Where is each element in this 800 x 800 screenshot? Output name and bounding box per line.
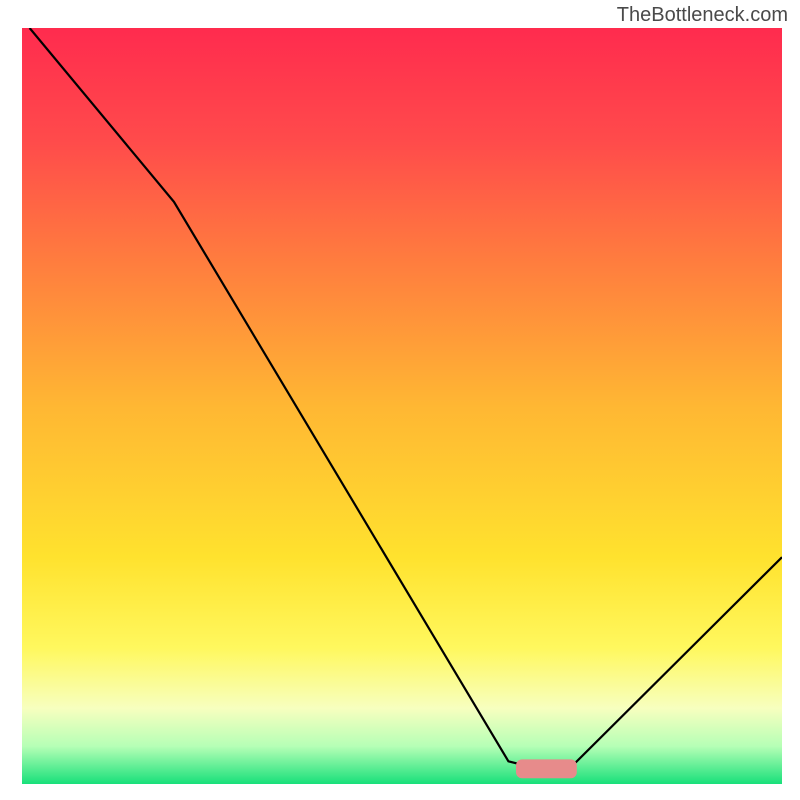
chart-svg: [22, 28, 782, 784]
chart-area: [22, 28, 782, 784]
optimum-marker: [516, 759, 577, 778]
watermark-text: TheBottleneck.com: [617, 4, 788, 27]
